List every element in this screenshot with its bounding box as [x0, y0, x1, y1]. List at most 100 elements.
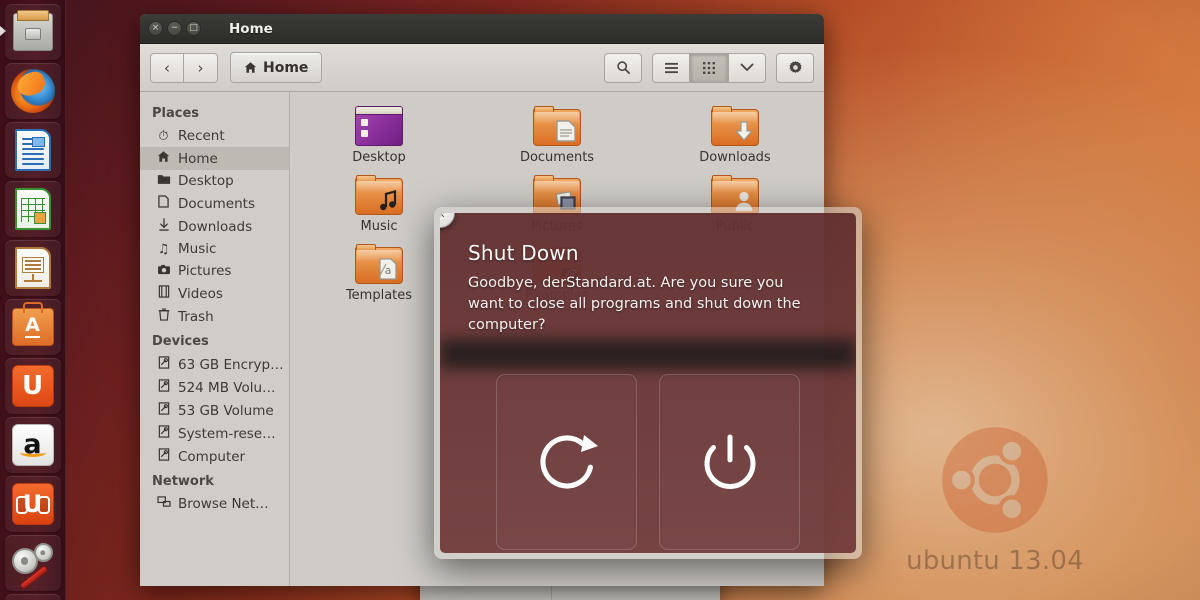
launcher-item-amazon[interactable]: a: [4, 417, 61, 473]
folder-icon: [156, 173, 171, 189]
minimize-button[interactable]: −: [167, 21, 182, 36]
downloads-folder-icon: [711, 106, 759, 146]
sidebar-item-documents[interactable]: Documents: [140, 192, 289, 215]
camera-icon: [156, 264, 171, 279]
sidebar-item-label: Desktop: [178, 173, 234, 189]
drive-icon: [156, 402, 171, 419]
power-icon: [704, 434, 755, 489]
chevron-down-icon: [740, 63, 754, 71]
launcher-item-system-settings[interactable]: [4, 535, 61, 591]
sidebar-item-pictures[interactable]: Pictures: [140, 260, 289, 282]
sidebar-item-browse-network[interactable]: Browse Net…: [140, 493, 289, 515]
sidebar-item-device-524mb[interactable]: 524 MB Volu…: [140, 376, 289, 399]
launcher-item-firefox[interactable]: [4, 63, 61, 119]
sidebar-item-label: Videos: [178, 285, 223, 302]
sidebar-item-label: Pictures: [178, 263, 232, 279]
restart-button[interactable]: [496, 374, 637, 550]
restart-circular-arrow-icon: [539, 435, 598, 489]
launcher-item-system-settings-2[interactable]: [4, 594, 61, 600]
sidebar-item-label: Recent: [178, 128, 225, 144]
ubuntu-one-u-icon: U: [11, 365, 54, 407]
ubuntu-version-label: ubuntu 13.04: [906, 546, 1084, 576]
launcher-item-ubuntu-one[interactable]: U: [4, 358, 61, 414]
documents-folder-icon: [533, 106, 581, 146]
launcher-item-calc[interactable]: [4, 181, 61, 237]
document-icon: [156, 195, 171, 212]
file-item-documents[interactable]: Documents: [468, 106, 646, 165]
amazon-a-icon: a: [11, 424, 54, 466]
back-button[interactable]: ‹: [150, 52, 184, 83]
sidebar-item-desktop[interactable]: Desktop: [140, 170, 289, 192]
launcher-item-files[interactable]: [4, 4, 61, 60]
dialog-title: Shut Down: [468, 241, 579, 265]
file-cabinet-icon: [12, 10, 53, 51]
search-icon: [616, 61, 630, 75]
launcher-item-writer[interactable]: [4, 122, 61, 178]
shutdown-dialog-body: Shut Down Goodbye, derStandard.at. Are y…: [440, 213, 856, 553]
navigation-buttons[interactable]: ‹ ›: [150, 52, 218, 83]
ubuntu-desktop: ubuntu 13.04 A U a U × − □ Home ‹ › Home…: [0, 0, 1200, 600]
drive-icon: [156, 379, 171, 396]
presentation-icon: [14, 247, 51, 289]
sidebar-item-recent[interactable]: ⏱ Recent: [140, 125, 289, 147]
download-icon: [156, 218, 171, 235]
film-icon: [156, 285, 171, 302]
ubuntu-one-music-headphones-icon: U: [11, 483, 54, 525]
settings-button[interactable]: [776, 52, 814, 83]
view-options-dropdown[interactable]: [728, 52, 766, 83]
search-button[interactable]: [604, 52, 642, 83]
svg-text:a: a: [385, 264, 392, 277]
breadcrumb-label: Home: [263, 59, 309, 76]
file-manager-toolbar[interactable]: ‹ › Home: [140, 44, 824, 92]
gears-wrench-icon: [11, 542, 54, 591]
sidebar-item-videos[interactable]: Videos: [140, 282, 289, 305]
list-view-button[interactable]: [652, 52, 690, 83]
sidebar-heading-network: Network: [152, 474, 214, 489]
view-mode-group[interactable]: [652, 52, 766, 83]
ubuntu-brand: ubuntu 13.04: [900, 420, 1090, 576]
sidebar-item-device-63gb[interactable]: 63 GB Encryp…: [140, 353, 289, 376]
home-icon: [156, 150, 171, 167]
maximize-button[interactable]: □: [186, 21, 201, 36]
network-icon: [156, 496, 171, 512]
home-icon: [244, 62, 257, 73]
file-manager-sidebar[interactable]: Places ⏱ Recent Home Desktop Documents D…: [140, 92, 290, 586]
file-item-label: Downloads: [699, 150, 771, 165]
gear-icon: [788, 61, 802, 73]
dialog-actions: [496, 374, 800, 550]
shutdown-dialog[interactable]: Shut Down Goodbye, derStandard.at. Are y…: [434, 207, 862, 559]
clock-icon: ⏱: [158, 128, 169, 144]
sidebar-item-label: Music: [178, 241, 217, 257]
dialog-close-button[interactable]: ×: [440, 213, 455, 228]
window-title: Home: [229, 20, 273, 37]
drive-icon: [156, 356, 171, 373]
firefox-icon: [10, 69, 55, 113]
sidebar-item-label: Computer: [178, 448, 246, 465]
sidebar-item-computer[interactable]: Computer: [140, 445, 289, 468]
file-item-desktop[interactable]: Desktop: [290, 106, 468, 165]
sidebar-item-downloads[interactable]: Downloads: [140, 215, 289, 238]
breadcrumb[interactable]: Home: [230, 52, 323, 83]
desktop-folder-icon: [355, 106, 403, 146]
sidebar-item-trash[interactable]: Trash: [140, 305, 289, 328]
sidebar-item-music[interactable]: ♫ Music: [140, 238, 289, 260]
grid-view-button[interactable]: [690, 52, 728, 83]
dialog-message: Goodbye, derStandard.at. Are you sure yo…: [468, 275, 801, 334]
launcher-item-impress[interactable]: [4, 240, 61, 296]
forward-button[interactable]: ›: [184, 52, 218, 83]
shutdown-button[interactable]: [659, 374, 800, 550]
ubuntu-circle-of-friends-icon: [942, 427, 1048, 533]
sidebar-item-home[interactable]: Home: [140, 147, 289, 170]
sidebar-item-device-53gb[interactable]: 53 GB Volume: [140, 399, 289, 422]
unity-launcher[interactable]: A U a U: [0, 0, 66, 600]
spreadsheet-icon: [14, 188, 51, 230]
file-item-downloads[interactable]: Downloads: [646, 106, 824, 165]
close-button[interactable]: ×: [148, 21, 163, 36]
grid-view-icon: [703, 61, 715, 74]
sidebar-item-device-system-reserved[interactable]: System-rese…: [140, 422, 289, 445]
launcher-item-software-center[interactable]: A: [4, 299, 61, 355]
software-center-bag-icon: A: [11, 308, 54, 346]
sidebar-item-label: Browse Net…: [178, 496, 269, 512]
launcher-item-ubuntu-one-music[interactable]: U: [4, 476, 61, 532]
file-manager-titlebar[interactable]: × − □ Home: [140, 14, 824, 44]
